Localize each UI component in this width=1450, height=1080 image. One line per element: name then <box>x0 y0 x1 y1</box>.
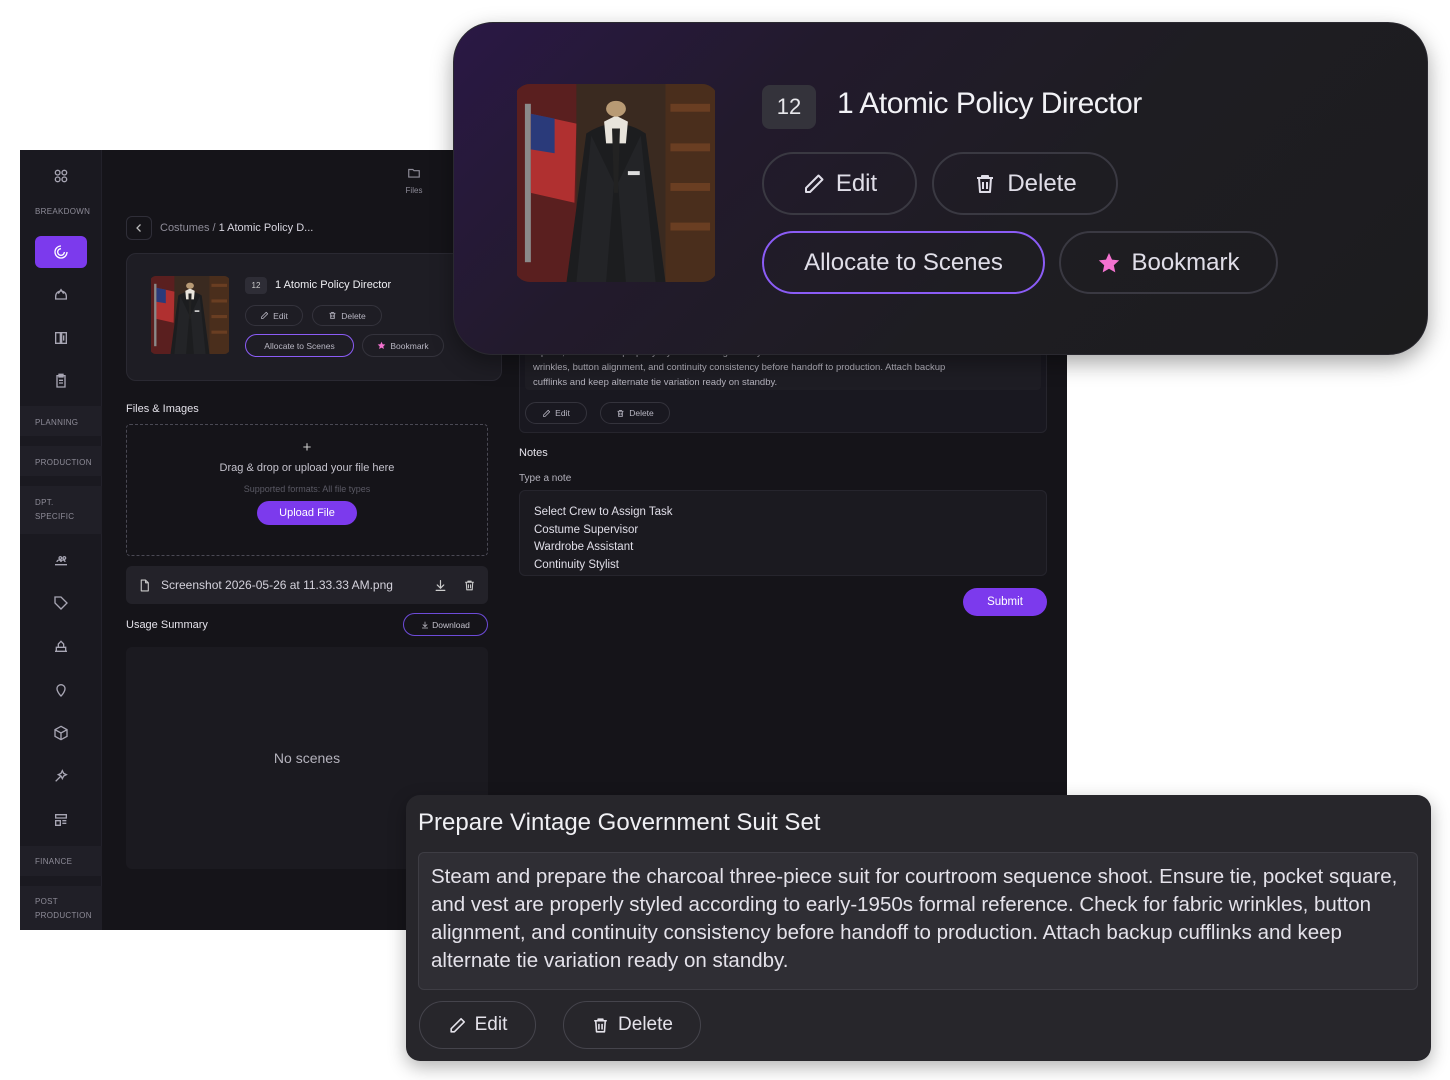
sidebar-label-dpt: DPT. <box>35 498 54 507</box>
tag-icon[interactable] <box>35 587 87 619</box>
star-icon <box>377 341 386 350</box>
pencil-icon <box>448 1016 467 1035</box>
delete-button-large[interactable]: Delete <box>932 152 1118 215</box>
item-thumbnail <box>150 276 230 354</box>
trash-icon <box>616 409 625 418</box>
download-icon[interactable] <box>434 579 447 592</box>
crew-icon[interactable] <box>35 544 87 576</box>
box-icon[interactable] <box>35 717 87 749</box>
notes-line: Continuity Stylist <box>534 558 620 571</box>
set-icon[interactable] <box>35 630 87 662</box>
notes-line: Wardrobe Assistant <box>534 541 634 553</box>
trash-icon <box>973 172 997 196</box>
star-icon <box>1097 251 1121 275</box>
delete-button[interactable]: Delete <box>312 305 382 326</box>
item-title-large: 1 Atomic Policy Director <box>837 87 1142 120</box>
dropzone-text: Drag & drop or upload your file here <box>219 462 395 474</box>
task-description: Steam and prepare the charcoal three-pie… <box>418 852 1418 990</box>
notes-line: Select Crew to Assign Task <box>534 506 673 518</box>
task-delete-button[interactable]: Delete <box>600 402 670 424</box>
grid-icon[interactable] <box>35 160 87 192</box>
task-edit-button[interactable]: Edit <box>525 402 587 424</box>
sidebar-label-finance: FINANCE <box>35 857 73 866</box>
breadcrumb-parent[interactable]: Costumes <box>160 222 210 234</box>
task-edit-button-large[interactable]: Edit <box>419 1001 536 1049</box>
bookmark-button-large[interactable]: Bookmark <box>1059 231 1278 294</box>
notes-line: Costume Supervisor <box>534 523 639 536</box>
task-title: Prepare Vintage Government Suit Set <box>418 809 821 836</box>
clipboard-icon[interactable] <box>35 365 87 397</box>
pencil-icon <box>260 311 269 320</box>
sidebar-label-breakdown: BREAKDOWN <box>35 207 91 216</box>
layout-icon[interactable] <box>35 804 87 836</box>
breadcrumb-current: 1 Atomic Policy D... <box>218 222 314 234</box>
item-card: 12 1 Atomic Policy Director Edit Delete … <box>126 253 502 381</box>
task-card-zoom: Prepare Vintage Government Suit Set Stea… <box>406 795 1431 1061</box>
empty-state-text: No scenes <box>273 750 341 766</box>
plus-icon: + <box>302 439 312 456</box>
location-icon[interactable] <box>35 674 87 706</box>
props-icon[interactable] <box>35 322 87 354</box>
sidebar-label-production: PRODUCTION <box>35 458 92 467</box>
download-icon <box>421 621 429 629</box>
bookmark-button[interactable]: Bookmark <box>362 334 444 357</box>
item-thumbnail-large <box>514 84 718 282</box>
files-tab-label: Files <box>405 186 423 195</box>
sidebar-label-planning: PLANNING <box>35 418 79 427</box>
submit-button[interactable]: Submit <box>963 588 1047 616</box>
trash-icon[interactable] <box>463 579 476 592</box>
back-button[interactable] <box>126 216 152 240</box>
file-dropzone[interactable]: + Drag & drop or upload your file here S… <box>126 424 488 556</box>
sidebar-label-specific: SPECIFIC <box>35 512 75 521</box>
folder-icon <box>408 168 420 178</box>
file-name: Screenshot 2026-05-26 at 11.33.33 AM.png <box>161 578 393 592</box>
chevron-left-icon <box>136 224 141 232</box>
trash-icon <box>591 1016 610 1035</box>
download-button[interactable]: Download <box>403 613 488 636</box>
breadcrumb-separator: / <box>212 222 216 234</box>
allocate-to-scenes-button-large[interactable]: Allocate to Scenes <box>762 231 1045 294</box>
notes-input[interactable]: Select Crew to Assign Task Costume Super… <box>519 490 1047 576</box>
sidebar: BREAKDOWN PLANNING PRODUCTION DPT. SPECI… <box>20 150 102 930</box>
edit-button-large[interactable]: Edit <box>762 152 917 215</box>
pencil-icon <box>802 172 826 196</box>
breadcrumb: Costumes / 1 Atomic Policy D... <box>126 216 313 240</box>
task-delete-button-large[interactable]: Delete <box>563 1001 701 1049</box>
vfx-icon[interactable] <box>35 760 87 792</box>
file-icon <box>138 579 151 592</box>
supported-formats-text: Supported formats: All file types <box>243 484 371 494</box>
makeup-icon[interactable] <box>35 279 87 311</box>
file-row: Screenshot 2026-05-26 at 11.33.33 AM.png <box>126 566 488 604</box>
files-section-title: Files & Images <box>126 403 199 415</box>
item-number-large: 12 <box>762 85 816 129</box>
item-header-zoom: 12 1 Atomic Policy Director Edit Delete … <box>453 22 1428 355</box>
costume-icon[interactable] <box>35 236 87 268</box>
type-note-label: Type a note <box>519 473 572 484</box>
edit-button[interactable]: Edit <box>245 305 303 326</box>
notes-title: Notes <box>519 447 548 459</box>
upload-file-button[interactable]: Upload File <box>257 501 357 525</box>
files-tab[interactable]: Files <box>392 166 436 195</box>
usage-summary-title: Usage Summary <box>126 619 208 631</box>
pencil-icon <box>542 409 551 418</box>
trash-icon <box>328 311 337 320</box>
item-number: 12 <box>245 277 267 294</box>
sidebar-label-post-production: PRODUCTION <box>35 911 92 920</box>
sidebar-label-post: POST <box>35 897 58 906</box>
allocate-to-scenes-button[interactable]: Allocate to Scenes <box>245 334 354 357</box>
item-title: 1 Atomic Policy Director <box>275 279 392 291</box>
